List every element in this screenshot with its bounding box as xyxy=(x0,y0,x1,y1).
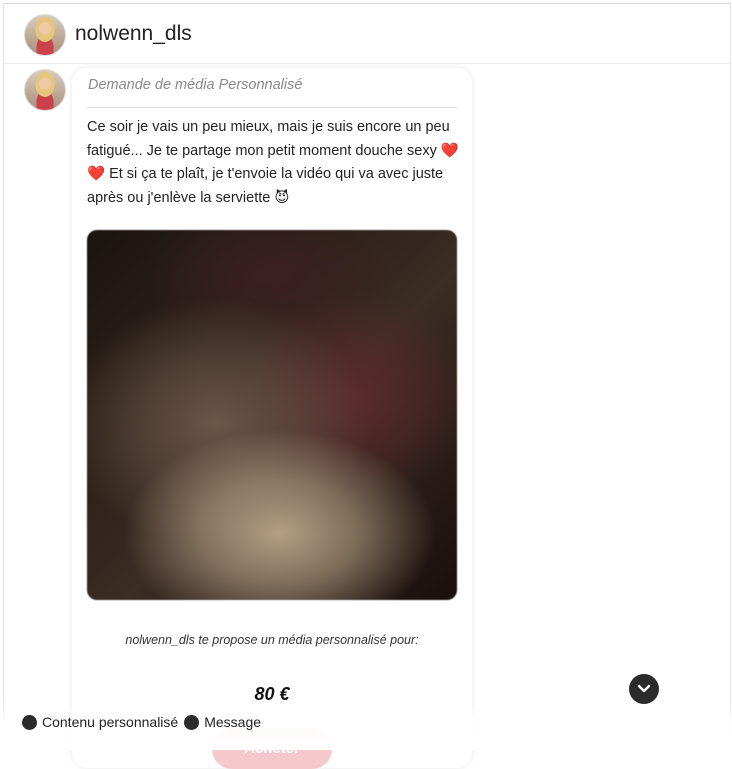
username[interactable]: nolwenn_dls xyxy=(75,22,192,46)
chevron-down-icon xyxy=(637,684,651,693)
message-avatar[interactable] xyxy=(24,69,66,111)
legend-label: Contenu personnalisé xyxy=(42,714,179,730)
message-text: Ce soir je vais un peu mieux, mais je su… xyxy=(87,119,459,206)
message-title: Demande de média Personnalisé xyxy=(88,77,303,93)
divider xyxy=(87,107,457,108)
dot-icon xyxy=(184,714,200,730)
legend-item-custom-content[interactable]: Contenu personnalisé xyxy=(22,714,178,730)
legend-label: Message xyxy=(204,714,262,730)
message-bubble: Demande de média Personnalisé Ce soir je… xyxy=(72,68,472,769)
proposal-text: nolwenn_dls te propose un média personna… xyxy=(125,633,419,647)
message-type-legend: Contenu personnalisé Message xyxy=(22,712,267,732)
avatar[interactable] xyxy=(24,14,66,56)
dot-icon xyxy=(22,714,37,730)
blurred-media-image[interactable] xyxy=(87,230,457,600)
scroll-down-button[interactable] xyxy=(629,674,659,704)
legend-item-message[interactable]: Message xyxy=(184,714,261,730)
chat-header: nolwenn_dls xyxy=(4,4,731,64)
